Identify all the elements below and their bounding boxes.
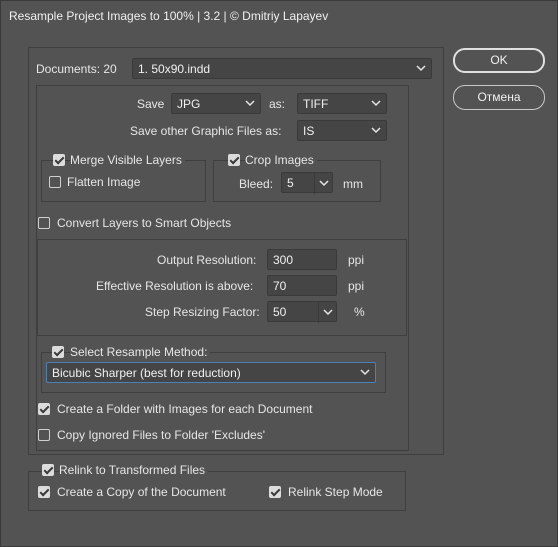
resample-method-dropdown[interactable]: Bicubic Sharper (best for reduction) xyxy=(46,362,376,383)
effective-resolution-unit: ppi xyxy=(348,279,365,293)
chevron-down-icon xyxy=(319,180,329,187)
chevron-down-icon xyxy=(360,369,370,376)
step-factor-dropdown-button[interactable] xyxy=(318,302,336,323)
chevron-down-icon xyxy=(371,100,381,107)
flatten-label: Flatten Image xyxy=(67,175,141,189)
smart-objects-checkbox[interactable] xyxy=(38,217,50,229)
window-title: Resample Project Images to 100% | 3.2 | … xyxy=(9,9,329,23)
crop-label: Crop Images xyxy=(245,153,317,167)
chevron-down-icon xyxy=(323,309,333,316)
save-label: Save xyxy=(137,97,165,111)
documents-selected: 1. 50x90.indd xyxy=(138,62,211,76)
step-factor-stepper[interactable]: 50 xyxy=(267,301,337,323)
output-resolution-unit: ppi xyxy=(348,253,365,267)
as-format-value: TIFF xyxy=(303,97,329,111)
copy-document-checkbox[interactable] xyxy=(38,486,50,498)
relink-step-label: Relink Step Mode xyxy=(288,485,383,499)
save-other-label: Save other Graphic Files as: xyxy=(130,124,282,138)
bleed-value: 5 xyxy=(287,176,294,190)
output-resolution-value: 300 xyxy=(273,253,294,267)
output-resolution-input[interactable]: 300 xyxy=(267,249,337,270)
save-other-dropdown[interactable]: IS xyxy=(297,120,387,141)
relink-checkbox[interactable] xyxy=(42,464,54,476)
effective-resolution-input[interactable]: 70 xyxy=(267,275,337,296)
resample-label: Select Resample Method: xyxy=(70,345,211,359)
output-resolution-label: Output Resolution: xyxy=(157,253,257,267)
bleed-stepper[interactable]: 5 xyxy=(281,172,333,194)
chevron-down-icon xyxy=(371,127,381,134)
ok-button[interactable]: OK xyxy=(453,48,545,73)
bleed-unit: mm xyxy=(343,177,363,191)
step-factor-unit: % xyxy=(354,305,365,319)
bleed-label: Bleed: xyxy=(239,177,274,191)
relink-label: Relink to Transformed Files xyxy=(59,463,209,477)
folder-per-document-checkbox[interactable] xyxy=(38,403,50,415)
copy-ignored-checkbox[interactable] xyxy=(38,429,50,441)
documents-dropdown[interactable]: 1. 50x90.indd xyxy=(132,58,432,79)
copy-document-label: Create a Copy of the Document xyxy=(57,485,226,499)
flatten-checkbox[interactable] xyxy=(49,176,61,188)
crop-checkbox[interactable] xyxy=(228,154,240,166)
step-factor-value: 50 xyxy=(273,305,287,319)
effective-resolution-label: Effective Resolution is above: xyxy=(96,279,254,293)
smart-objects-label: Convert Layers to Smart Objects xyxy=(57,216,232,230)
save-other-value: IS xyxy=(303,124,315,138)
step-factor-label: Step Resizing Factor: xyxy=(145,305,260,319)
merge-label: Merge Visible Layers xyxy=(70,153,185,167)
documents-label: Documents: 20 xyxy=(36,62,117,76)
chevron-down-icon xyxy=(416,65,426,72)
resample-method-value: Bicubic Sharper (best for reduction) xyxy=(52,366,241,380)
save-format-dropdown[interactable]: JPG xyxy=(171,93,261,114)
folder-per-document-label: Create a Folder with Images for each Doc… xyxy=(57,402,313,416)
merge-checkbox[interactable] xyxy=(53,154,65,166)
as-format-dropdown[interactable]: TIFF xyxy=(297,93,387,114)
as-label: as: xyxy=(269,97,286,111)
save-format-value: JPG xyxy=(177,97,201,111)
copy-ignored-label: Copy Ignored Files to Folder 'Excludes' xyxy=(57,428,266,442)
effective-resolution-value: 70 xyxy=(273,279,287,293)
title-bar: Resample Project Images to 100% | 3.2 | … xyxy=(1,1,557,32)
bleed-dropdown-button[interactable] xyxy=(314,173,332,194)
dialog-window: Resample Project Images to 100% | 3.2 | … xyxy=(0,0,558,547)
chevron-down-icon xyxy=(245,100,255,107)
cancel-button[interactable]: Отмена xyxy=(453,85,545,110)
relink-step-checkbox[interactable] xyxy=(269,486,281,498)
resample-checkbox[interactable] xyxy=(52,346,64,358)
